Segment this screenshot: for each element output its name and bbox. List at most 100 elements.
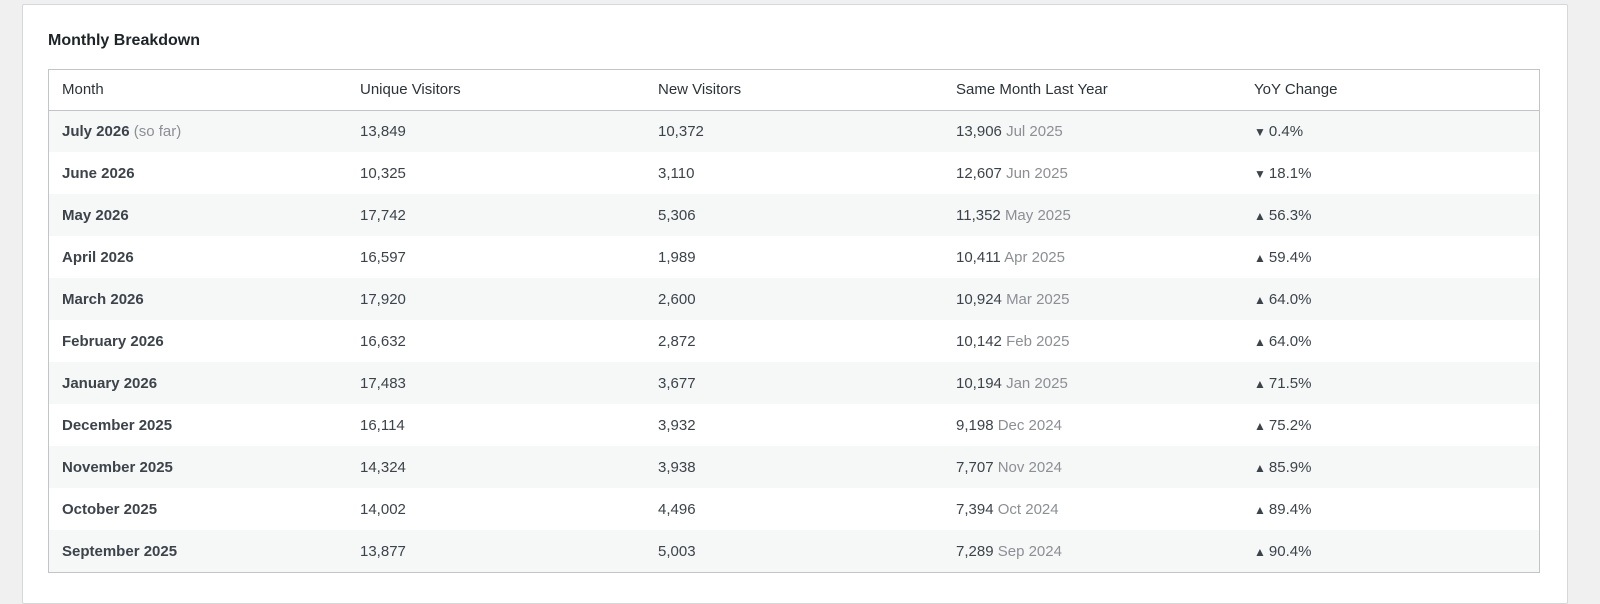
column-header-unique-visitors: Unique Visitors — [347, 70, 645, 111]
month-label: September 2025 — [62, 542, 178, 560]
last-year-value: 10,924 — [956, 290, 1002, 308]
month-cell: March 2026 — [49, 278, 347, 320]
unique-visitors-value: 17,483 — [360, 374, 406, 392]
new-visitors-value: 2,600 — [658, 290, 696, 308]
last-year-cell: 9,198 Dec 2024 — [943, 404, 1241, 446]
trend-up-icon: ▲ — [1254, 208, 1266, 223]
last-year-cell: 10,194 Jan 2025 — [943, 362, 1241, 404]
trend-up-icon: ▲ — [1254, 460, 1266, 475]
unique-visitors-cell: 14,324 — [347, 446, 645, 488]
last-year-value: 12,607 — [956, 164, 1002, 182]
unique-visitors-cell: 16,114 — [347, 404, 645, 446]
month-note: (so far) — [133, 122, 182, 140]
month-cell: January 2026 — [49, 362, 347, 404]
table-row: October 2025 14,002 4,496 7,394 Oct 2024 ▲ 89… — [49, 488, 1539, 530]
last-year-month: Jun 2025 — [1006, 164, 1068, 182]
last-year-value: 7,394 — [956, 500, 994, 518]
month-label: November 2025 — [62, 458, 173, 476]
month-cell: June 2026 — [49, 152, 347, 194]
monthly-breakdown-table-wrap: Month Unique Visitors New Visitors Same … — [48, 69, 1540, 573]
last-year-month: Jan 2025 — [1006, 374, 1068, 392]
new-visitors-cell: 2,600 — [645, 278, 943, 320]
last-year-cell: 10,411 Apr 2025 — [943, 236, 1241, 278]
month-cell: October 2025 — [49, 488, 347, 530]
new-visitors-cell: 3,110 — [645, 152, 943, 194]
unique-visitors-value: 17,920 — [360, 290, 406, 308]
last-year-cell: 10,142 Feb 2025 — [943, 320, 1241, 362]
new-visitors-value: 4,496 — [658, 500, 696, 518]
yoy-change-value: 71.5% — [1268, 374, 1312, 392]
new-visitors-value: 3,677 — [658, 374, 696, 392]
unique-visitors-cell: 14,002 — [347, 488, 645, 530]
table-row: November 2025 14,324 3,938 7,707 Nov 2024 ▲ 8… — [49, 446, 1539, 488]
month-cell: December 2025 — [49, 404, 347, 446]
column-header-new-visitors: New Visitors — [645, 70, 943, 111]
trend-up-icon: ▲ — [1254, 376, 1266, 391]
yoy-change-cell: ▲ 71.5% — [1241, 362, 1539, 404]
column-header-month: Month — [49, 70, 347, 111]
trend-up-icon: ▲ — [1254, 334, 1266, 349]
last-year-month: Jul 2025 — [1006, 122, 1063, 140]
last-year-value: 7,289 — [956, 542, 994, 560]
unique-visitors-value: 10,325 — [360, 164, 406, 182]
month-cell: April 2026 — [49, 236, 347, 278]
last-year-month: Sep 2024 — [997, 542, 1062, 560]
yoy-change-cell: ▲ 85.9% — [1241, 446, 1539, 488]
month-label: February 2026 — [62, 332, 164, 350]
table-row: February 2026 16,632 2,872 10,142 Feb 2025 ▲… — [49, 320, 1539, 362]
new-visitors-cell: 3,932 — [645, 404, 943, 446]
yoy-change-value: 64.0% — [1268, 332, 1312, 350]
new-visitors-value: 10,372 — [658, 122, 704, 140]
yoy-change-cell: ▼ 0.4% — [1241, 110, 1539, 152]
yoy-change-value: 0.4% — [1268, 122, 1304, 140]
new-visitors-value: 3,938 — [658, 458, 696, 476]
last-year-month: Dec 2024 — [997, 416, 1062, 434]
unique-visitors-cell: 13,849 — [347, 110, 645, 152]
trend-up-icon: ▲ — [1254, 502, 1266, 517]
yoy-change-cell: ▲ 64.0% — [1241, 278, 1539, 320]
unique-visitors-value: 16,114 — [360, 416, 405, 434]
month-label: December 2025 — [62, 416, 173, 434]
month-label: October 2025 — [62, 500, 158, 518]
month-cell: July 2026 (so far) — [49, 110, 347, 152]
last-year-cell: 10,924 Mar 2025 — [943, 278, 1241, 320]
month-cell: November 2025 — [49, 446, 347, 488]
yoy-change-value: 18.1% — [1268, 164, 1312, 182]
trend-down-icon: ▼ — [1254, 166, 1266, 181]
last-year-value: 10,411 — [956, 248, 1001, 266]
last-year-month: Feb 2025 — [1006, 332, 1070, 350]
table-row: April 2026 16,597 1,989 10,411 Apr 2025 ▲ 59.… — [49, 236, 1539, 278]
last-year-cell: 7,394 Oct 2024 — [943, 488, 1241, 530]
unique-visitors-cell: 16,632 — [347, 320, 645, 362]
trend-up-icon: ▲ — [1254, 418, 1266, 433]
last-year-cell: 13,906 Jul 2025 — [943, 110, 1241, 152]
unique-visitors-value: 17,742 — [360, 206, 406, 224]
table-row: May 2026 17,742 5,306 11,352 May 2025 ▲ 56.3% — [49, 194, 1539, 236]
yoy-change-value: 64.0% — [1268, 290, 1312, 308]
last-year-month: Oct 2024 — [997, 500, 1059, 518]
trend-up-icon: ▲ — [1254, 292, 1266, 307]
unique-visitors-cell: 10,325 — [347, 152, 645, 194]
new-visitors-cell: 4,496 — [645, 488, 943, 530]
yoy-change-value: 56.3% — [1268, 206, 1312, 224]
table-row: June 2026 10,325 3,110 12,607 Jun 2025 ▼ 18.1… — [49, 152, 1539, 194]
new-visitors-cell: 3,677 — [645, 362, 943, 404]
monthly-breakdown-table: Month Unique Visitors New Visitors Same … — [49, 70, 1539, 572]
last-year-month: Nov 2024 — [997, 458, 1062, 476]
unique-visitors-cell: 16,597 — [347, 236, 645, 278]
unique-visitors-value: 14,002 — [360, 500, 406, 518]
yoy-change-cell: ▲ 59.4% — [1241, 236, 1539, 278]
new-visitors-value: 3,110 — [658, 164, 695, 182]
last-year-value: 9,198 — [956, 416, 994, 434]
unique-visitors-value: 13,849 — [360, 122, 406, 140]
month-label: July 2026 — [62, 122, 130, 140]
column-header-yoy-change: YoY Change — [1241, 70, 1539, 111]
new-visitors-cell: 5,306 — [645, 194, 943, 236]
yoy-change-value: 90.4% — [1268, 542, 1312, 560]
yoy-change-value: 75.2% — [1268, 416, 1312, 434]
last-year-month: Mar 2025 — [1006, 290, 1070, 308]
unique-visitors-cell: 17,483 — [347, 362, 645, 404]
yoy-change-value: 89.4% — [1268, 500, 1312, 518]
unique-visitors-value: 14,324 — [360, 458, 406, 476]
trend-up-icon: ▲ — [1254, 544, 1266, 559]
